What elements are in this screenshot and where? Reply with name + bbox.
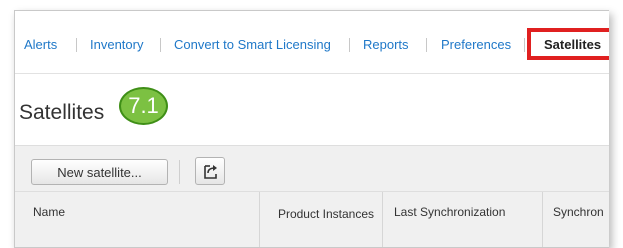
nav-preferences[interactable]: Preferences [441, 37, 511, 53]
nav-separator [160, 38, 161, 52]
step-badge: 7.1 [119, 87, 168, 125]
nav-satellites-highlight[interactable]: Satellites [527, 28, 609, 60]
nav-inventory[interactable]: Inventory [90, 37, 143, 53]
column-header-name[interactable]: Name [15, 192, 259, 247]
table-header: Name Product Instances Last Synchronizat… [15, 191, 609, 247]
nav-separator [349, 38, 350, 52]
page-title: Satellites [19, 101, 105, 124]
satellites-panel: Alerts Inventory Convert to Smart Licens… [14, 10, 609, 248]
toolbar-separator [179, 160, 180, 184]
column-header-synchronization[interactable]: Synchron [542, 192, 609, 247]
toolbar: New satellite... [15, 145, 609, 191]
top-nav: Alerts Inventory Convert to Smart Licens… [15, 11, 609, 74]
nav-reports[interactable]: Reports [363, 37, 409, 53]
nav-alerts[interactable]: Alerts [24, 37, 57, 53]
nav-convert-smart-licensing[interactable]: Convert to Smart Licensing [174, 37, 331, 53]
column-header-last-synchronization[interactable]: Last Synchronization [382, 192, 542, 247]
nav-satellites[interactable]: Satellites [544, 37, 601, 53]
nav-separator [76, 38, 77, 52]
export-button[interactable] [195, 157, 225, 185]
column-header-product-instances[interactable]: Product Instances [259, 192, 382, 247]
nav-separator [524, 38, 525, 52]
new-satellite-button[interactable]: New satellite... [31, 159, 168, 185]
nav-separator [426, 38, 427, 52]
export-icon [204, 165, 217, 179]
